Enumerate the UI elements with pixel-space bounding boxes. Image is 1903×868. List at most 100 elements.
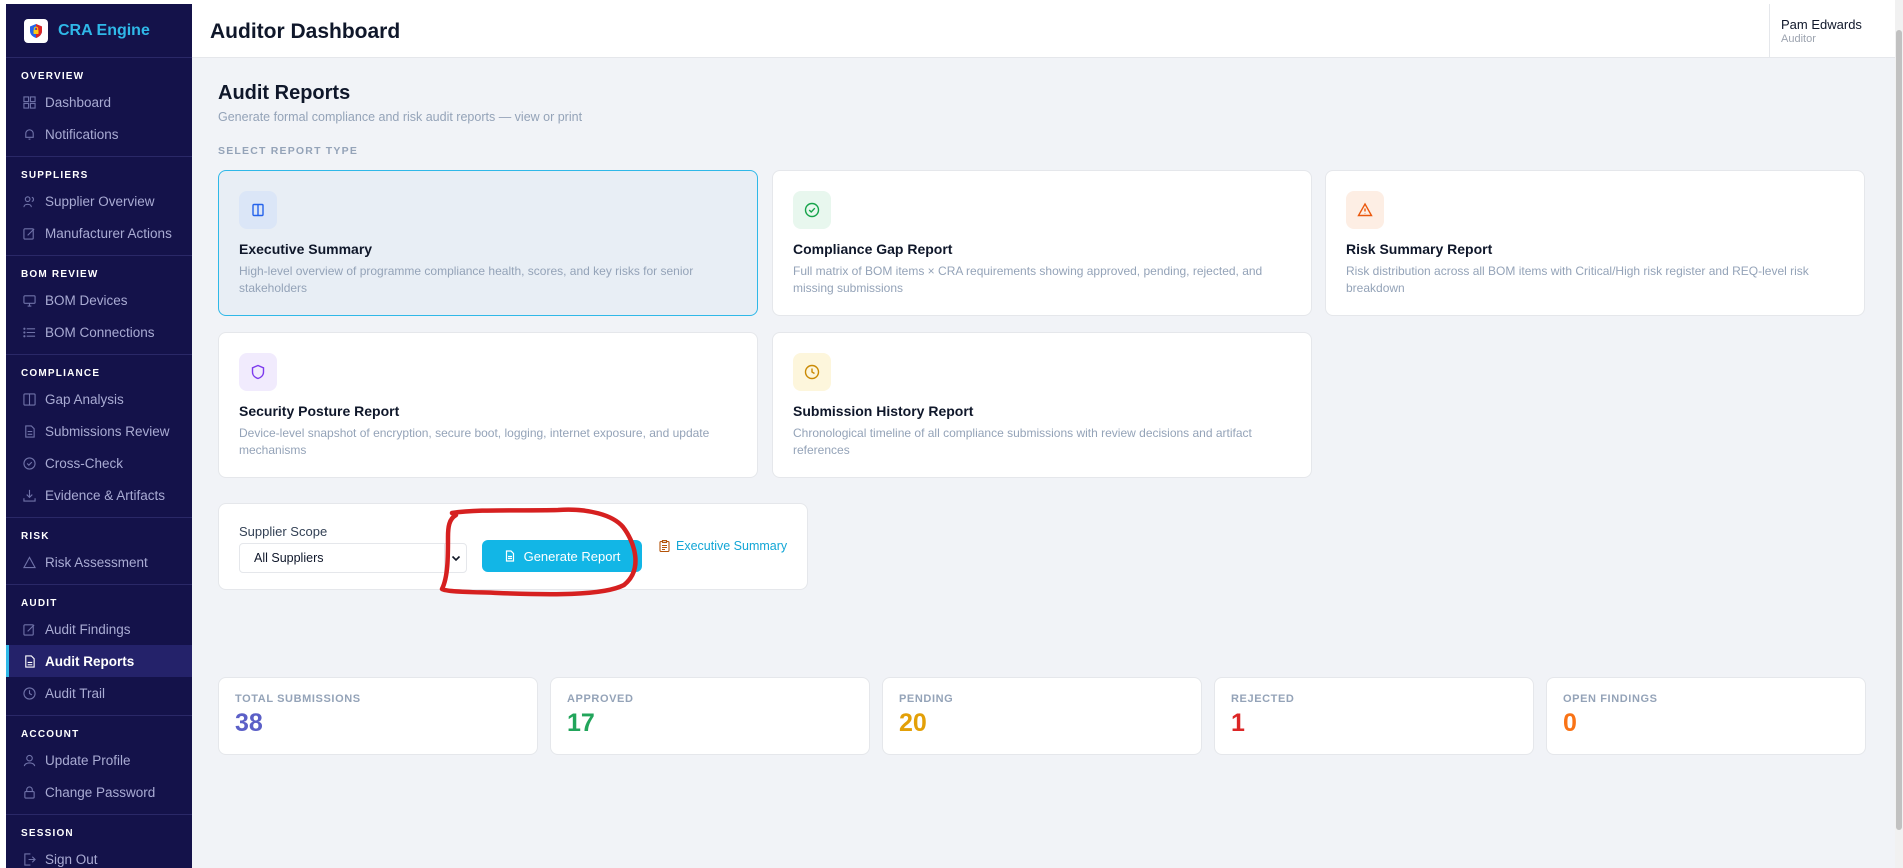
pencil-icon — [23, 623, 36, 636]
user-name: Pam Edwards — [1781, 17, 1862, 32]
stat-label: APPROVED — [567, 693, 634, 705]
nav-section-risk: RISK Risk Assessment — [6, 518, 192, 585]
section-label: ACCOUNT — [21, 729, 80, 740]
nav-section-audit: AUDIT Audit Findings Audit Reports Audit… — [6, 585, 192, 716]
sidebar-item-cross-check[interactable]: Cross-Check — [6, 447, 192, 479]
generate-report-label: Generate Report — [523, 548, 621, 564]
edit-icon — [23, 227, 36, 240]
stat-label: PENDING — [899, 693, 954, 705]
section-label: RISK — [21, 531, 50, 542]
section-label: SUPPLIERS — [21, 170, 89, 181]
sidebar-item-label: Audit Trail — [45, 685, 106, 701]
stat-card-total-submissions: TOTAL SUBMISSIONS 38 — [218, 677, 538, 755]
card-title: Submission History Report — [793, 403, 974, 419]
section-label: BOM REVIEW — [21, 269, 99, 280]
sidebar-item-label: Cross-Check — [45, 455, 124, 471]
generate-report-button[interactable]: Generate Report — [482, 540, 642, 572]
nav-section-session: SESSION Sign Out — [6, 815, 192, 868]
section-label: OVERVIEW — [21, 71, 85, 82]
card-description: Risk distribution across all BOM items w… — [1346, 264, 1809, 295]
section-label: SESSION — [21, 828, 74, 839]
sidebar-item-label: Update Profile — [45, 752, 131, 768]
sidebar-item-label: Change Password — [45, 784, 156, 800]
warning-icon — [23, 555, 36, 569]
stat-value: 0 — [1563, 709, 1577, 737]
main-content: Audit Reports Generate formal compliance… — [192, 58, 1895, 868]
users-icon — [23, 195, 36, 208]
sidebar-item-risk-assessment[interactable]: Risk Assessment — [6, 546, 192, 578]
report-icon — [23, 654, 36, 668]
nav-section-compliance: COMPLIANCE Gap Analysis Submissions Revi… — [6, 355, 192, 518]
card-title: Executive Summary — [239, 241, 373, 257]
nav-section-suppliers: SUPPLIERS Supplier Overview Manufacturer… — [6, 157, 192, 256]
brand[interactable]: CRA Engine — [6, 4, 192, 58]
report-card-compliance-gap[interactable]: Compliance Gap Report Full matrix of BOM… — [772, 170, 1312, 316]
document-icon — [504, 550, 516, 562]
stat-label: OPEN FINDINGS — [1563, 693, 1658, 705]
sidebar-item-notifications[interactable]: Notifications — [6, 118, 192, 150]
report-card-submission-history[interactable]: Submission History Report Chronological … — [772, 332, 1312, 478]
sidebar-item-bom-connections[interactable]: BOM Connections — [6, 316, 192, 348]
page-title: Audit Reports — [218, 82, 351, 104]
chevron-down-icon[interactable] — [444, 544, 466, 572]
stat-label: REJECTED — [1231, 693, 1295, 705]
report-card-security-posture[interactable]: Security Posture Report Device-level sna… — [218, 332, 758, 478]
section-label: COMPLIANCE — [21, 368, 101, 379]
user-menu[interactable]: Pam Edwards Auditor — [1769, 4, 1895, 58]
sidebar-item-gap-analysis[interactable]: Gap Analysis — [6, 383, 192, 415]
nav-section-overview: OVERVIEW Dashboard Notifications — [6, 58, 192, 157]
nav-section-bom-review: BOM REVIEW BOM Devices BOM Connections — [6, 256, 192, 355]
sidebar-item-label: Risk Assessment — [45, 554, 148, 570]
selected-report-name: Executive Summary — [676, 539, 788, 553]
supplier-scope-label: Supplier Scope — [239, 524, 328, 539]
card-title: Security Posture Report — [239, 403, 400, 419]
sidebar-item-bom-devices[interactable]: BOM Devices — [6, 284, 192, 316]
stat-card-open-findings: OPEN FINDINGS 0 — [1546, 677, 1866, 755]
selected-report-link[interactable]: Executive Summary — [659, 539, 787, 553]
supplier-scope-value: All Suppliers — [254, 551, 324, 565]
sidebar: CRA Engine OVERVIEW Dashboard Notificati… — [6, 4, 192, 868]
sidebar-item-label: Audit Reports — [45, 653, 135, 669]
sidebar-item-audit-trail[interactable]: Audit Trail — [6, 677, 192, 709]
stat-value: 17 — [567, 709, 595, 737]
card-description: High-level overview of programme complia… — [239, 264, 694, 295]
sidebar-item-supplier-overview[interactable]: Supplier Overview — [6, 185, 192, 217]
clock-icon — [793, 353, 831, 391]
sidebar-item-sign-out[interactable]: Sign Out — [6, 843, 192, 868]
columns-icon — [23, 392, 36, 406]
stat-value: 20 — [899, 709, 927, 737]
sidebar-item-submissions-review[interactable]: Submissions Review — [6, 415, 192, 447]
stat-value: 38 — [235, 709, 263, 737]
sidebar-item-label: Sign Out — [45, 851, 98, 867]
report-card-executive-summary[interactable]: Executive Summary High-level overview of… — [218, 170, 758, 316]
lock-logo-icon — [24, 18, 48, 43]
sidebar-item-evidence-artifacts[interactable]: Evidence & Artifacts — [6, 479, 192, 511]
check-circle-icon — [793, 191, 831, 229]
sidebar-item-label: Notifications — [45, 126, 119, 142]
sidebar-item-dashboard[interactable]: Dashboard — [6, 86, 192, 118]
scrollbar-thumb[interactable] — [1896, 30, 1902, 830]
sidebar-item-audit-findings[interactable]: Audit Findings — [6, 613, 192, 645]
report-card-risk-summary[interactable]: Risk Summary Report Risk distribution ac… — [1325, 170, 1865, 316]
file-icon — [23, 424, 36, 438]
warning-icon — [1346, 191, 1384, 229]
card-description: Device-level snapshot of encryption, sec… — [239, 426, 710, 457]
card-title: Risk Summary Report — [1346, 241, 1493, 257]
top-bar: Auditor Dashboard Pam Edwards Auditor — [192, 4, 1895, 58]
sidebar-item-label: Gap Analysis — [45, 391, 124, 407]
clipboard-icon — [659, 540, 670, 552]
sidebar-item-change-password[interactable]: Change Password — [6, 776, 192, 808]
scrollbar[interactable] — [1895, 0, 1903, 868]
card-description: Full matrix of BOM items × CRA requireme… — [793, 264, 1263, 295]
sidebar-item-audit-reports[interactable]: Audit Reports — [6, 645, 192, 677]
logout-icon — [23, 852, 36, 866]
stat-card-pending: PENDING 20 — [882, 677, 1202, 755]
sidebar-item-label: Dashboard — [45, 94, 112, 110]
supplier-scope-select[interactable]: All Suppliers — [239, 543, 467, 573]
list-icon — [23, 326, 36, 339]
stat-card-approved: APPROVED 17 — [550, 677, 870, 755]
sidebar-item-manufacturer-actions[interactable]: Manufacturer Actions — [6, 217, 192, 249]
lock-icon — [23, 785, 36, 799]
download-icon — [23, 489, 36, 502]
sidebar-item-update-profile[interactable]: Update Profile — [6, 744, 192, 776]
